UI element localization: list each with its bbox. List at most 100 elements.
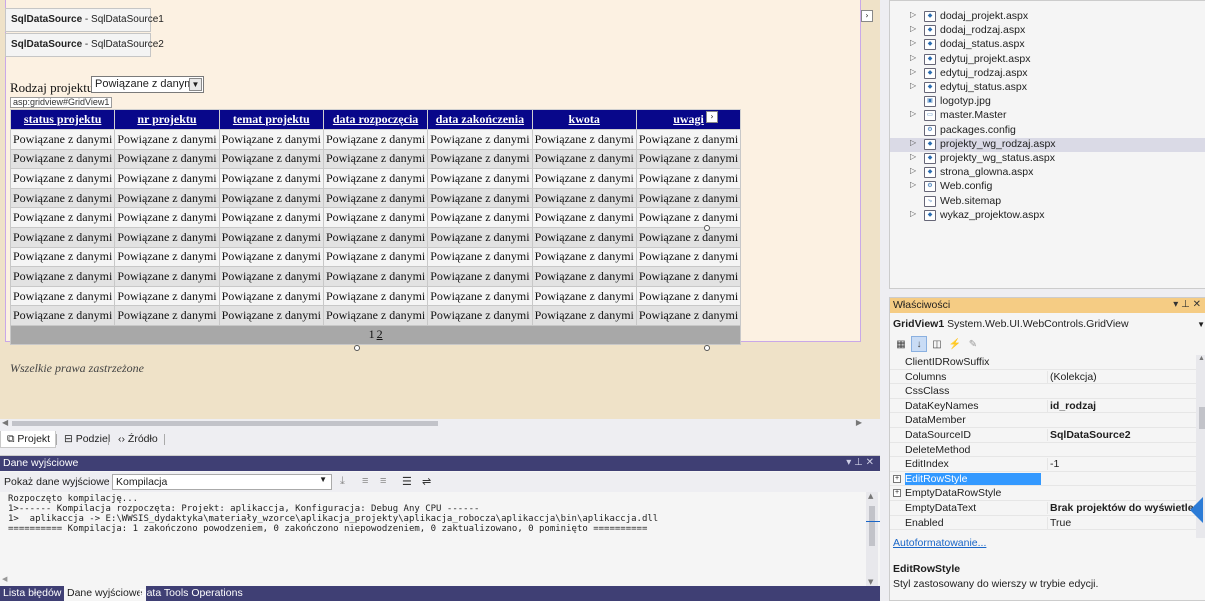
expand-arrow-icon[interactable]: ▷ <box>910 138 916 147</box>
property-row[interactable]: DataMember <box>890 413 1196 428</box>
tree-item[interactable]: ▷ ◆ edytuj_status.aspx <box>890 81 1205 95</box>
expand-plus-icon[interactable]: + <box>893 474 901 483</box>
property-value[interactable]: -1 <box>1047 458 1195 471</box>
scroll-up-icon[interactable]: ▲ <box>868 492 873 500</box>
scroll-down-icon[interactable]: ▼ <box>868 578 873 586</box>
object-selector[interactable]: GridView1 System.Web.UI.WebControls.Grid… <box>893 318 1205 334</box>
resize-handle[interactable] <box>704 225 710 231</box>
events-icon[interactable]: ⚡ <box>947 337 963 353</box>
chevron-down-icon[interactable]: ▼ <box>319 475 327 484</box>
scrollbar-thumb[interactable] <box>1199 407 1205 429</box>
scroll-left-icon[interactable]: ◀ <box>2 418 8 427</box>
tree-item[interactable]: ▷ ◆ dodaj_rodzaj.aspx <box>890 24 1205 38</box>
property-row[interactable]: Columns (Kolekcja) <box>890 370 1196 385</box>
table-row[interactable]: Powiązane z danymi Powiązane z danymi Powi… <box>9 207 742 228</box>
gridview-smart-tag-icon[interactable]: › <box>706 111 718 123</box>
table-row[interactable]: Powiązane z danymi Powiązane z danymi Powi… <box>9 168 742 189</box>
design-surface[interactable]: › SqlDataSource - SqlDataSource1 SqlData… <box>0 0 880 427</box>
chevron-down-icon[interactable]: ▼ <box>189 78 202 91</box>
find-message-icon[interactable]: ⤓ <box>340 475 345 488</box>
column-header[interactable]: data zakończenia <box>427 109 533 130</box>
clear-all-icon[interactable]: ☰ <box>402 475 412 488</box>
table-row[interactable]: Powiązane z danymi Powiązane z danymi Powi… <box>9 129 742 150</box>
table-row[interactable]: Powiązane z danymi Powiązane z danymi Powi… <box>9 266 742 287</box>
expand-arrow-icon[interactable]: ▷ <box>910 10 916 19</box>
tree-item[interactable]: ▷ ◆ dodaj_projekt.aspx <box>890 10 1205 24</box>
pager-page-link[interactable]: 2 <box>377 327 383 341</box>
column-header[interactable]: data rozpoczęcia <box>322 109 429 130</box>
property-row[interactable]: EmptyDataText Brak projektów do wyświetle… <box>890 501 1196 516</box>
alphabetical-icon[interactable]: ↓ <box>911 336 927 352</box>
output-text[interactable]: Rozpoczęto kompilację... 1>------ Kompila… <box>8 494 868 534</box>
scrollbar-thumb[interactable] <box>869 506 875 546</box>
tree-item[interactable]: ▷ ◆ dodaj_status.aspx <box>890 38 1205 52</box>
gridview[interactable]: status projektu nr projektu temat projektu… <box>9 109 742 345</box>
sqldatasource1-control[interactable]: SqlDataSource - SqlDataSource1 <box>5 8 164 32</box>
designer-horizontal-scrollbar[interactable]: ◀ ▶ <box>0 418 880 427</box>
column-header[interactable]: uwagi <box>635 109 742 130</box>
column-header[interactable]: status projektu <box>9 109 116 130</box>
tree-item[interactable]: ▷ ◆ projekty_wg_status.aspx <box>890 152 1205 166</box>
expand-arrow-icon[interactable]: ▷ <box>910 38 916 47</box>
property-value[interactable]: id_rodzaj <box>1047 399 1195 412</box>
pin-icon[interactable]: ⊥ <box>854 457 863 468</box>
chevron-down-icon[interactable]: ▼ <box>1197 320 1205 329</box>
tree-item[interactable]: ▷ ◆ projekty_wg_rodzaj.aspx <box>890 137 1205 152</box>
tree-item[interactable]: ▷ ▭ master.Master <box>890 109 1205 123</box>
close-icon[interactable]: ✕ <box>1193 299 1201 310</box>
table-row[interactable]: Powiązane z danymi Powiązane z danymi Powi… <box>9 187 742 209</box>
tab-dane-wyjsciowe[interactable]: Dane wyjściowe <box>64 586 147 601</box>
resize-handle[interactable] <box>704 345 710 351</box>
properties-icon[interactable]: ◫ <box>929 337 945 353</box>
next-message-icon[interactable]: ≡ <box>380 475 386 487</box>
dropdown-icon[interactable]: ▾ <box>1173 299 1178 310</box>
property-value[interactable]: Brak projektów do wyświetlenia. <box>1047 501 1195 514</box>
autoformat-link[interactable]: Autoformatowanie... <box>893 537 986 549</box>
tree-item[interactable]: ⚙ packages.config <box>890 124 1205 138</box>
tab-projekt[interactable]: ⧉ Projekt <box>0 431 57 448</box>
output-source-dropdown[interactable]: Kompilacja ▼ <box>112 474 332 490</box>
table-row[interactable]: Powiązane z danymi Powiązane z danymi Powi… <box>9 305 742 326</box>
tree-item[interactable]: ▷ ⚙ Web.config <box>890 180 1205 194</box>
tab-zrodlo[interactable]: ‹› Źródło <box>112 431 163 448</box>
expand-arrow-icon[interactable]: ▷ <box>910 53 916 62</box>
property-row[interactable]: DeleteMethod <box>890 443 1196 458</box>
column-header[interactable]: kwota <box>531 109 637 130</box>
table-row[interactable]: Powiązane z danymi Powiązane z danymi Powi… <box>9 226 742 248</box>
property-row[interactable]: Enabled True <box>890 516 1196 531</box>
dropdown-icon[interactable]: ▾ <box>846 457 851 468</box>
expand-arrow-icon[interactable]: ▷ <box>910 67 916 76</box>
tab-lista-bledow[interactable]: Lista błędów <box>0 586 65 601</box>
collapse-arrow-icon[interactable] <box>1190 497 1203 523</box>
property-row[interactable]: EditIndex -1 <box>890 457 1196 472</box>
column-header[interactable]: nr projektu <box>114 109 220 130</box>
tab-podziel[interactable]: ⊟ Podziel <box>58 431 115 448</box>
categorized-icon[interactable]: ▦ <box>893 337 909 353</box>
resize-handle[interactable] <box>354 345 360 351</box>
expand-arrow-icon[interactable]: ▷ <box>910 209 916 218</box>
scroll-up-icon[interactable]: ▲ <box>1198 355 1205 362</box>
property-value[interactable]: (Kolekcja) <box>1047 370 1195 383</box>
tab-data-tools-operations[interactable]: Data Tools Operations <box>136 586 247 601</box>
table-row[interactable]: Powiązane z danymi Powiązane z danymi Powi… <box>9 246 742 268</box>
pin-icon[interactable]: ⊥ <box>1181 299 1190 310</box>
property-row[interactable]: ClientIDRowSuffix <box>890 355 1196 370</box>
scroll-right-icon[interactable]: ▶ <box>856 418 862 427</box>
smart-tag-icon[interactable]: › <box>861 10 873 22</box>
property-row[interactable]: + EditRowStyle <box>890 472 1196 487</box>
property-row[interactable]: DataSourceID SqlDataSource2 <box>890 428 1196 443</box>
tree-item[interactable]: ▣ logotyp.jpg <box>890 95 1205 109</box>
table-row[interactable]: Powiązane z danymi Powiązane z danymi Powi… <box>9 148 742 170</box>
property-row[interactable]: + EmptyDataRowStyle <box>890 486 1196 501</box>
previous-message-icon[interactable]: ≡ <box>362 475 368 487</box>
expand-arrow-icon[interactable]: ▷ <box>910 180 916 189</box>
tree-item[interactable]: ▷ ◆ strona_glowna.aspx <box>890 166 1205 180</box>
sqldatasource2-control[interactable]: SqlDataSource - SqlDataSource2 <box>5 33 164 57</box>
property-value[interactable]: SqlDataSource2 <box>1047 428 1195 441</box>
tree-item[interactable]: ▷ ◆ edytuj_rodzaj.aspx <box>890 67 1205 81</box>
close-icon[interactable]: ✕ <box>866 457 874 468</box>
word-wrap-icon[interactable]: ⇌ <box>422 475 431 488</box>
tree-item[interactable]: ▷ ◆ wykaz_projektow.aspx <box>890 209 1205 223</box>
expand-arrow-icon[interactable]: ▷ <box>910 24 916 33</box>
table-row[interactable]: Powiązane z danymi Powiązane z danymi Powi… <box>9 285 742 307</box>
